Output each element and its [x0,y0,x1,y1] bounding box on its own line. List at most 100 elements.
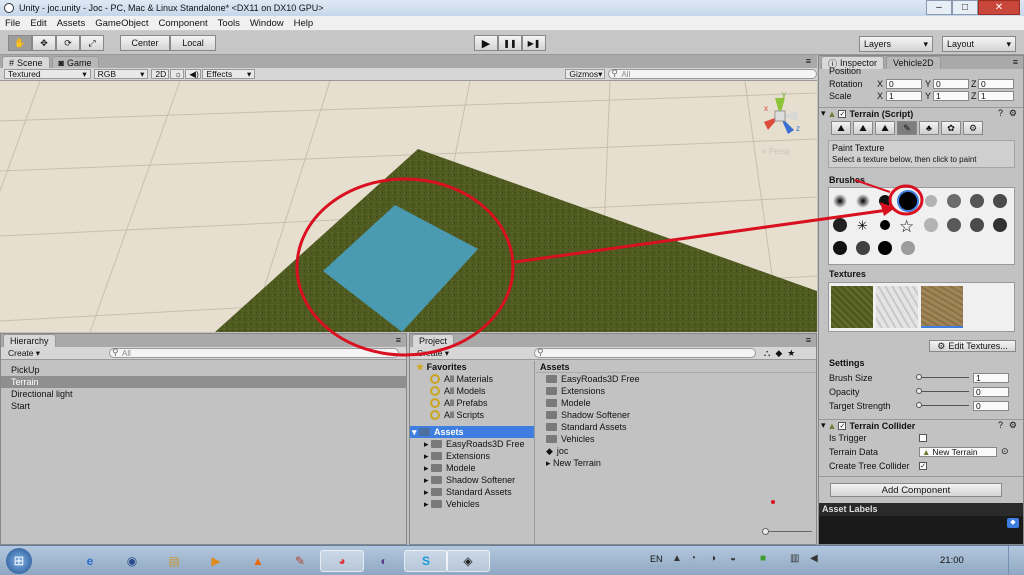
project-breadcrumb[interactable]: Assets [536,361,816,373]
target-strength-slider[interactable] [917,405,969,406]
language-indicator[interactable]: EN [650,554,663,564]
taskbar-ie-icon[interactable]: e [68,550,112,572]
brush-star-outline[interactable]: ☆ [899,217,914,237]
render-mode-dropdown[interactable]: RGB ▾ [93,69,149,79]
target-strength-thumb[interactable] [916,402,922,408]
tab-project[interactable]: Project [412,334,455,347]
taskbar-vlc-icon[interactable]: ▲ [236,550,280,572]
menu-help[interactable]: Help [289,18,319,29]
brush-soft-1[interactable] [833,194,847,208]
tray-icon[interactable]: ◔ [690,553,696,564]
brush-star-burst[interactable] [833,218,847,232]
paint-texture-tool[interactable]: ✎ [897,121,917,135]
taskbar-app-icon[interactable]: ◉ [110,550,154,572]
tree-folder[interactable]: ▸ EasyRoads3D Free [410,438,534,450]
pivot-center-button[interactable]: Center [120,35,170,51]
component-enabled-checkbox[interactable]: ✓ [838,109,847,118]
taskbar-chrome-icon[interactable]: ◕ [320,550,364,572]
brush-grass-2[interactable] [970,218,984,232]
brush-grass-3[interactable] [993,218,1007,232]
asset-item[interactable]: Shadow Softener [536,409,816,421]
texture-snow[interactable] [876,286,918,328]
effects-dropdown[interactable]: Effects ▾ [202,69,256,79]
brush-hard-selected[interactable] [897,190,919,212]
scale-x-field[interactable]: 1 [886,91,922,101]
search-filter-icon[interactable]: ⛬ [764,348,770,359]
brush-blob-1[interactable] [833,241,847,255]
opacity-slider[interactable] [917,391,969,392]
is-trigger-checkbox[interactable] [919,434,927,442]
brush-grass-1[interactable] [947,218,961,232]
brush-noise-3[interactable] [901,241,915,255]
terrain-settings-tool[interactable]: ⚙ [963,121,983,135]
opacity-thumb[interactable] [916,388,922,394]
taskbar-explorer-icon[interactable]: ▤ [152,550,196,572]
brush-size-slider[interactable] [917,377,969,378]
brush-size-field[interactable]: 1 [973,373,1009,383]
place-trees-tool[interactable]: ♣ [919,121,939,135]
audio-toggle[interactable]: ◀) [185,69,202,79]
lighting-toggle[interactable]: ☼ [170,69,185,79]
terrain-collider-header[interactable]: ▾ ▲ ✓ Terrain Collider ? ⚙ [819,419,1023,431]
tray-arrow-icon[interactable]: ▲ [672,553,682,564]
tree-folder[interactable]: ▸ Vehicles [410,498,534,510]
maximize-button[interactable]: □ [952,0,978,15]
close-button[interactable]: ✕ [978,0,1020,15]
menu-tools[interactable]: Tools [213,18,245,29]
brush-blob-2[interactable] [856,241,870,255]
tag-icon[interactable]: ◆ [1007,518,1019,528]
brush-blob-3[interactable] [878,241,892,255]
favorite-item[interactable]: All Models [410,385,534,397]
scale-y-field[interactable]: 1 [933,91,969,101]
hierarchy-item-directional-light[interactable]: Directional light [1,388,406,400]
texture-sand[interactable] [921,286,963,328]
brush-noise-2[interactable] [924,218,938,232]
menu-file[interactable]: File [0,18,25,29]
asset-item[interactable]: Modele [536,397,816,409]
brush-splatter-2[interactable] [970,194,984,208]
paint-details-tool[interactable]: ✿ [941,121,961,135]
asset-item[interactable]: Extensions [536,385,816,397]
menu-gameobject[interactable]: GameObject [90,18,153,29]
add-component-button[interactable]: Add Component [830,483,1002,497]
hierarchy-item-pickup[interactable]: PickUp [1,364,406,376]
speaker-icon[interactable]: ◀ [810,553,818,564]
menu-edit[interactable]: Edit [25,18,51,29]
rotation-x-field[interactable]: 0 [886,79,922,89]
scale-z-field[interactable]: 1 [978,91,1014,101]
nvidia-icon[interactable]: ■ [760,553,766,564]
brush-soft-2[interactable] [856,194,870,208]
rotation-z-field[interactable]: 0 [978,79,1014,89]
hand-tool-button[interactable]: ✋ [8,35,32,51]
taskbar-unity-icon[interactable]: ◈ [446,550,490,572]
assets-root-folder[interactable]: ▾ Assets [410,426,534,438]
brush-splatter-1[interactable] [947,194,961,208]
gear-icon[interactable]: ⚙ [1009,420,1017,431]
edit-textures-button[interactable]: ⚙ Edit Textures... [929,340,1016,352]
create-tree-colliders-checkbox[interactable]: ✓ [919,462,927,470]
brush-splatter-3[interactable] [993,194,1007,208]
pivot-local-button[interactable]: Local [170,35,216,51]
tree-folder[interactable]: ▸ Modele [410,462,534,474]
step-button[interactable]: ▶❚ [522,35,546,51]
layers-dropdown[interactable]: Layers ▾ [859,36,933,52]
taskbar-skype-icon[interactable]: S [404,550,448,572]
menu-assets[interactable]: Assets [52,18,91,29]
2d-toggle[interactable]: 2D [151,69,170,79]
scene-viewport[interactable]: x y z ≡ Persp [0,81,817,332]
hierarchy-item-start[interactable]: Start [1,400,406,412]
panel-menu-icon[interactable]: ≡ [806,56,811,66]
label-filter-icon[interactable]: ◆ [775,348,782,359]
scale-tool-button[interactable]: ⤢ [80,35,104,51]
brush-noise-1[interactable] [925,195,937,207]
asset-item[interactable]: EasyRoads3D Free [536,373,816,385]
network-icon[interactable]: ▥ [790,553,799,564]
favorite-item[interactable]: All Materials [410,373,534,385]
gizmos-dropdown[interactable]: Gizmos ▾ [565,69,606,79]
tab-hierarchy[interactable]: Hierarchy [3,334,56,347]
start-button[interactable]: ⊞ [6,548,32,574]
rotation-y-field[interactable]: 0 [933,79,969,89]
taskbar-app2-icon[interactable]: ◐ [362,550,406,572]
gear-icon[interactable]: ⚙ [1009,108,1017,119]
scene-search-input[interactable]: All [608,68,817,79]
